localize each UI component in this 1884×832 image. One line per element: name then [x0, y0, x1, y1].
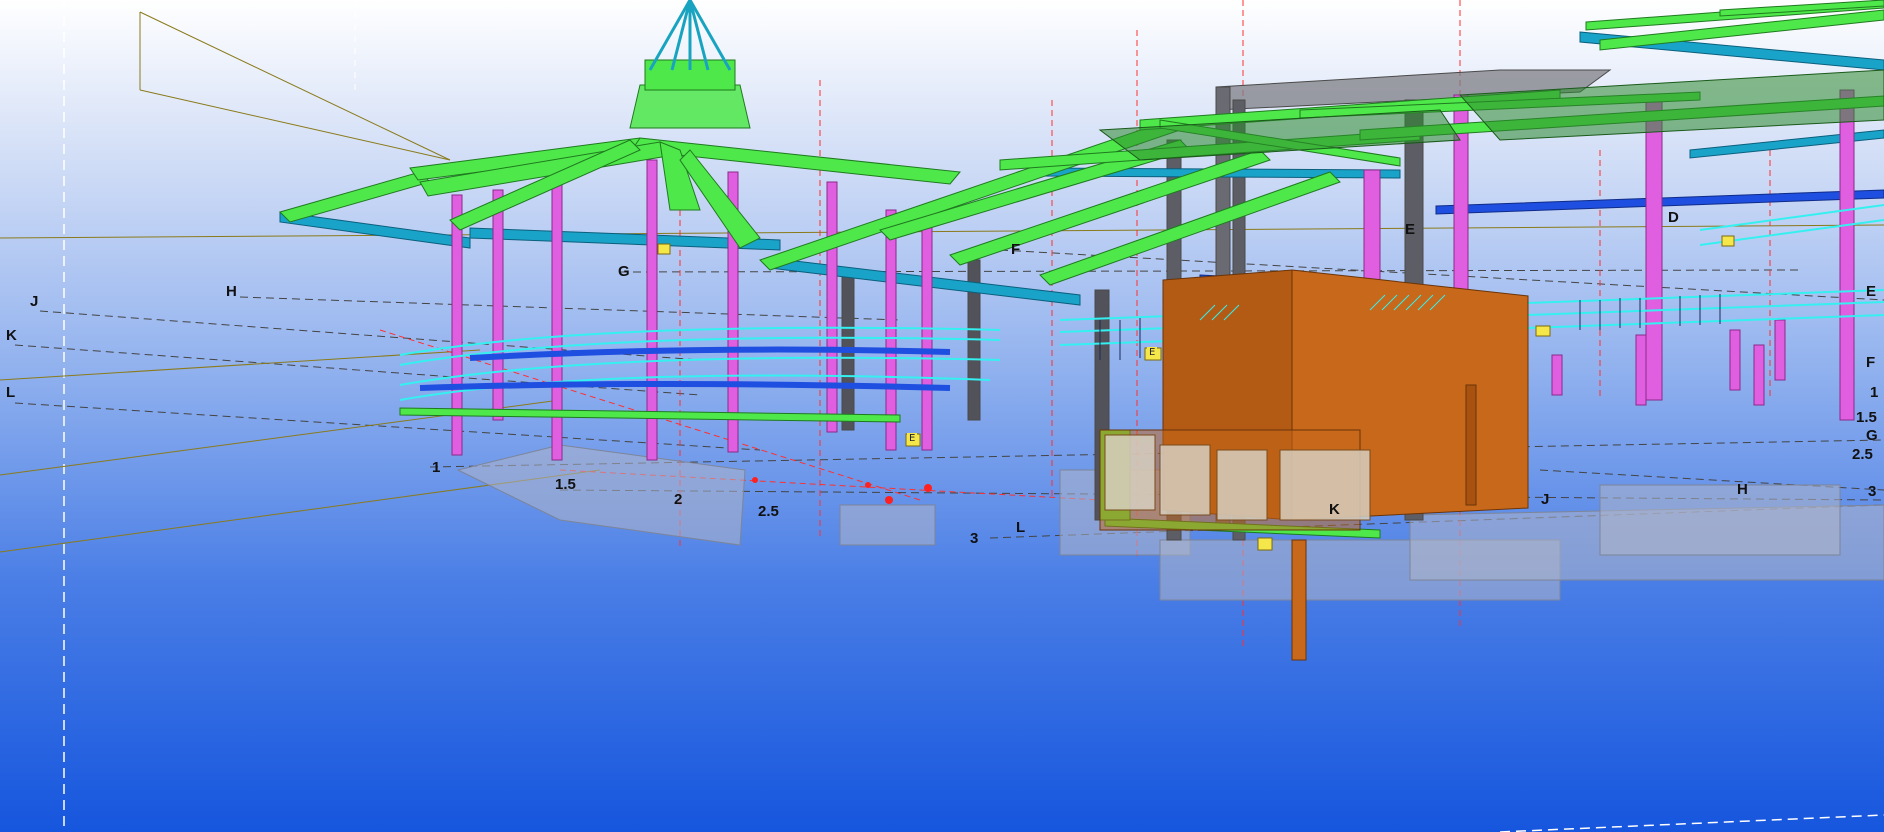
- embed-tag: E: [907, 433, 918, 444]
- grid-label-1-5: 1.5: [555, 476, 576, 493]
- grid-label-k-mid: K: [1329, 501, 1340, 518]
- grid-label-1: 1: [432, 459, 441, 476]
- grid-label-e: E: [1405, 221, 1416, 238]
- grid-label-f-right: F: [1866, 354, 1876, 371]
- embed-tag: E: [1147, 347, 1158, 358]
- grid-label-j-left: J: [30, 293, 39, 310]
- bottom-edge-line: [1499, 814, 1884, 832]
- grid-label-g-right: G: [1866, 427, 1878, 444]
- grid-label-1-5-right: 1.5: [1856, 409, 1877, 426]
- model-viewport[interactable]: J K L H G F E D 1 1.5 2 2.5 3 L K J H 1 …: [0, 0, 1884, 832]
- grid-label-e-right: E: [1866, 283, 1877, 300]
- grid-label-f: F: [1011, 241, 1021, 258]
- grid-label-l-mid: L: [1016, 519, 1026, 536]
- grid-label-2: 2: [674, 491, 683, 508]
- grid-label-2-5: 2.5: [758, 503, 779, 520]
- grid-label-k-left: K: [6, 327, 17, 344]
- grid-label-h-right: H: [1737, 481, 1748, 498]
- grid-label-j-right: J: [1541, 491, 1550, 508]
- red-markers: [752, 477, 932, 504]
- grid-label-3-right: 3: [1868, 483, 1877, 500]
- grid-label-l-left: L: [6, 384, 16, 401]
- grid-label-1-right: 1: [1870, 384, 1879, 401]
- grid-label-h: H: [226, 283, 237, 300]
- structural-3d-model[interactable]: [0, 0, 1884, 832]
- grid-label-2-5-right: 2.5: [1852, 446, 1873, 463]
- grid-label-d: D: [1668, 209, 1679, 226]
- grid-label-3: 3: [970, 530, 979, 547]
- grid-label-g: G: [618, 263, 630, 280]
